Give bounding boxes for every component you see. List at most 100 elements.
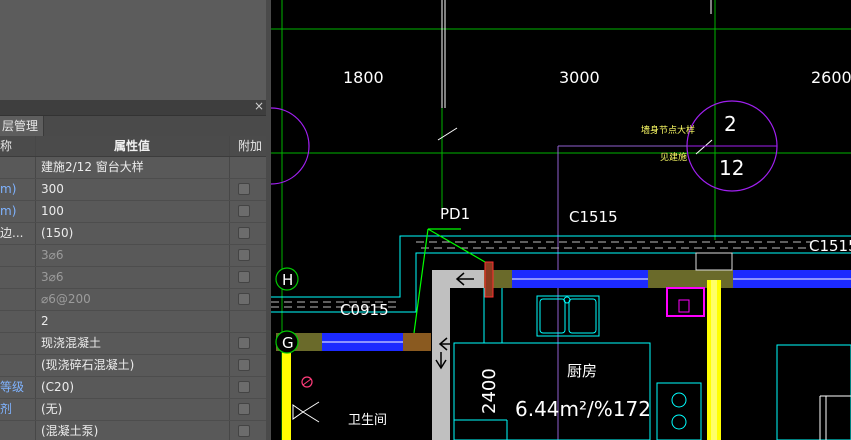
property-row[interactable]: ⌀6@200 — [0, 289, 269, 311]
extra-checkbox[interactable] — [238, 227, 250, 239]
label-c1515-right: C1515 — [809, 237, 851, 255]
callout-number-top: 2 — [724, 112, 737, 136]
interior-walls — [453, 288, 851, 440]
property-extra-cell — [229, 223, 270, 244]
property-name: 剂 — [0, 402, 13, 416]
property-extra-cell — [229, 179, 270, 200]
property-row[interactable]: 等级 (C20) — [0, 377, 269, 399]
property-row[interactable]: 2 — [0, 311, 269, 333]
property-value[interactable]: 3⌀6 — [35, 245, 228, 266]
panel-empty-area — [0, 0, 271, 100]
stove — [656, 382, 702, 440]
property-name: 边... — [0, 226, 24, 240]
property-name — [0, 355, 34, 376]
property-name: 等级 — [0, 380, 25, 394]
callout-number-bottom: 12 — [719, 156, 744, 180]
right-structure — [819, 395, 851, 440]
header-name: 称 — [0, 139, 13, 153]
window-left — [276, 333, 431, 351]
sink — [536, 295, 600, 337]
property-extra-cell — [229, 399, 270, 420]
room-area: 6.44m²/%172 — [515, 397, 651, 421]
property-name — [0, 333, 34, 354]
fixture-magenta-inner — [678, 299, 690, 313]
tick-mark — [437, 127, 458, 141]
property-extra-cell — [229, 355, 270, 376]
pd1-leader — [427, 228, 486, 263]
property-extra-cell — [229, 333, 270, 354]
property-extra-cell — [229, 157, 270, 178]
dimension-2600: 2600 — [811, 68, 851, 87]
properties-panel: × 层管理 称 属性值 附加 建施2/12 窗台大样 m) 300 m) 100 边...… — [0, 0, 271, 440]
property-value[interactable]: 建施2/12 窗台大样 — [35, 157, 228, 178]
callout-note-2: 见建施 — [660, 151, 687, 163]
property-row[interactable]: 3⌀6 — [0, 267, 269, 289]
light-symbol — [292, 401, 320, 423]
tab-layer-management[interactable]: 层管理 — [0, 116, 44, 136]
callout-note-1: 墙身节点大样 — [641, 124, 695, 136]
property-extra-cell — [229, 377, 270, 398]
property-name — [0, 157, 34, 178]
axis-label-h: H — [282, 271, 293, 289]
extra-checkbox[interactable] — [238, 249, 250, 261]
property-name: m) — [0, 204, 17, 218]
tick-mark — [695, 139, 713, 155]
extra-checkbox[interactable] — [238, 403, 250, 415]
header-extra: 附加 — [229, 136, 270, 156]
property-name — [0, 289, 34, 310]
property-row[interactable]: (现浇碎石混凝土) — [0, 355, 269, 377]
property-value[interactable]: (无) — [35, 399, 228, 420]
window-top — [484, 270, 851, 288]
dimension-1800: 1800 — [343, 68, 384, 87]
close-icon[interactable]: × — [254, 99, 264, 114]
extra-checkbox[interactable] — [238, 205, 250, 217]
dimension-3000: 3000 — [559, 68, 600, 87]
property-value[interactable]: (现浇碎石混凝土) — [35, 355, 228, 376]
property-value[interactable]: (C20) — [35, 377, 228, 398]
property-name — [0, 267, 34, 288]
panel-title-bar: × — [0, 99, 271, 116]
symbol-red-hatch — [302, 378, 312, 386]
property-row[interactable]: m) 100 — [0, 201, 269, 223]
property-value[interactable]: 100 — [35, 201, 228, 222]
extra-checkbox[interactable] — [238, 359, 250, 371]
panel-tab-strip: 层管理 — [0, 116, 271, 137]
property-row[interactable]: m) 300 — [0, 179, 269, 201]
column-red — [484, 261, 494, 298]
property-value[interactable]: 3⌀6 — [35, 267, 228, 288]
column-core — [711, 280, 717, 440]
property-extra-cell — [229, 289, 270, 310]
property-extra-cell — [229, 267, 270, 288]
property-row[interactable]: 现浇混凝土 — [0, 333, 269, 355]
property-value[interactable]: 2 — [35, 311, 228, 332]
extra-checkbox[interactable] — [238, 183, 250, 195]
property-row[interactable]: 边... (150) — [0, 223, 269, 245]
label-c0915: C0915 — [340, 301, 389, 319]
extra-checkbox[interactable] — [238, 293, 250, 305]
property-table-header: 称 属性值 附加 — [0, 136, 269, 157]
property-value[interactable]: 300 — [35, 179, 228, 200]
extra-checkbox[interactable] — [238, 337, 250, 349]
property-extra-cell — [229, 311, 270, 332]
cad-canvas[interactable]: 1800 3000 2600 2 12 墙身节点大样 见建施 H G PD1 C… — [271, 0, 851, 440]
extra-checkbox[interactable] — [238, 271, 250, 283]
property-name — [0, 311, 34, 332]
property-row[interactable]: 3⌀6 — [0, 245, 269, 267]
room-name-kitchen: 厨房 — [567, 362, 597, 380]
property-row[interactable]: (混凝土泵) — [0, 421, 269, 440]
column-yellow-left — [282, 351, 291, 440]
property-extra-cell — [229, 421, 270, 440]
dimension-2400: 2400 — [479, 368, 500, 414]
property-value[interactable]: 现浇混凝土 — [35, 333, 228, 354]
axis-label-g: G — [282, 334, 294, 352]
property-value[interactable]: ⌀6@200 — [35, 289, 228, 310]
property-value[interactable]: (混凝土泵) — [35, 421, 228, 440]
property-row[interactable]: 建施2/12 窗台大样 — [0, 157, 269, 179]
extra-checkbox[interactable] — [238, 425, 250, 437]
extra-checkbox[interactable] — [238, 381, 250, 393]
room-name-bathroom: 卫生间 — [348, 413, 387, 428]
property-row[interactable]: 剂 (无) — [0, 399, 269, 421]
property-value[interactable]: (150) — [35, 223, 228, 244]
property-name: m) — [0, 182, 17, 196]
property-extra-cell — [229, 201, 270, 222]
